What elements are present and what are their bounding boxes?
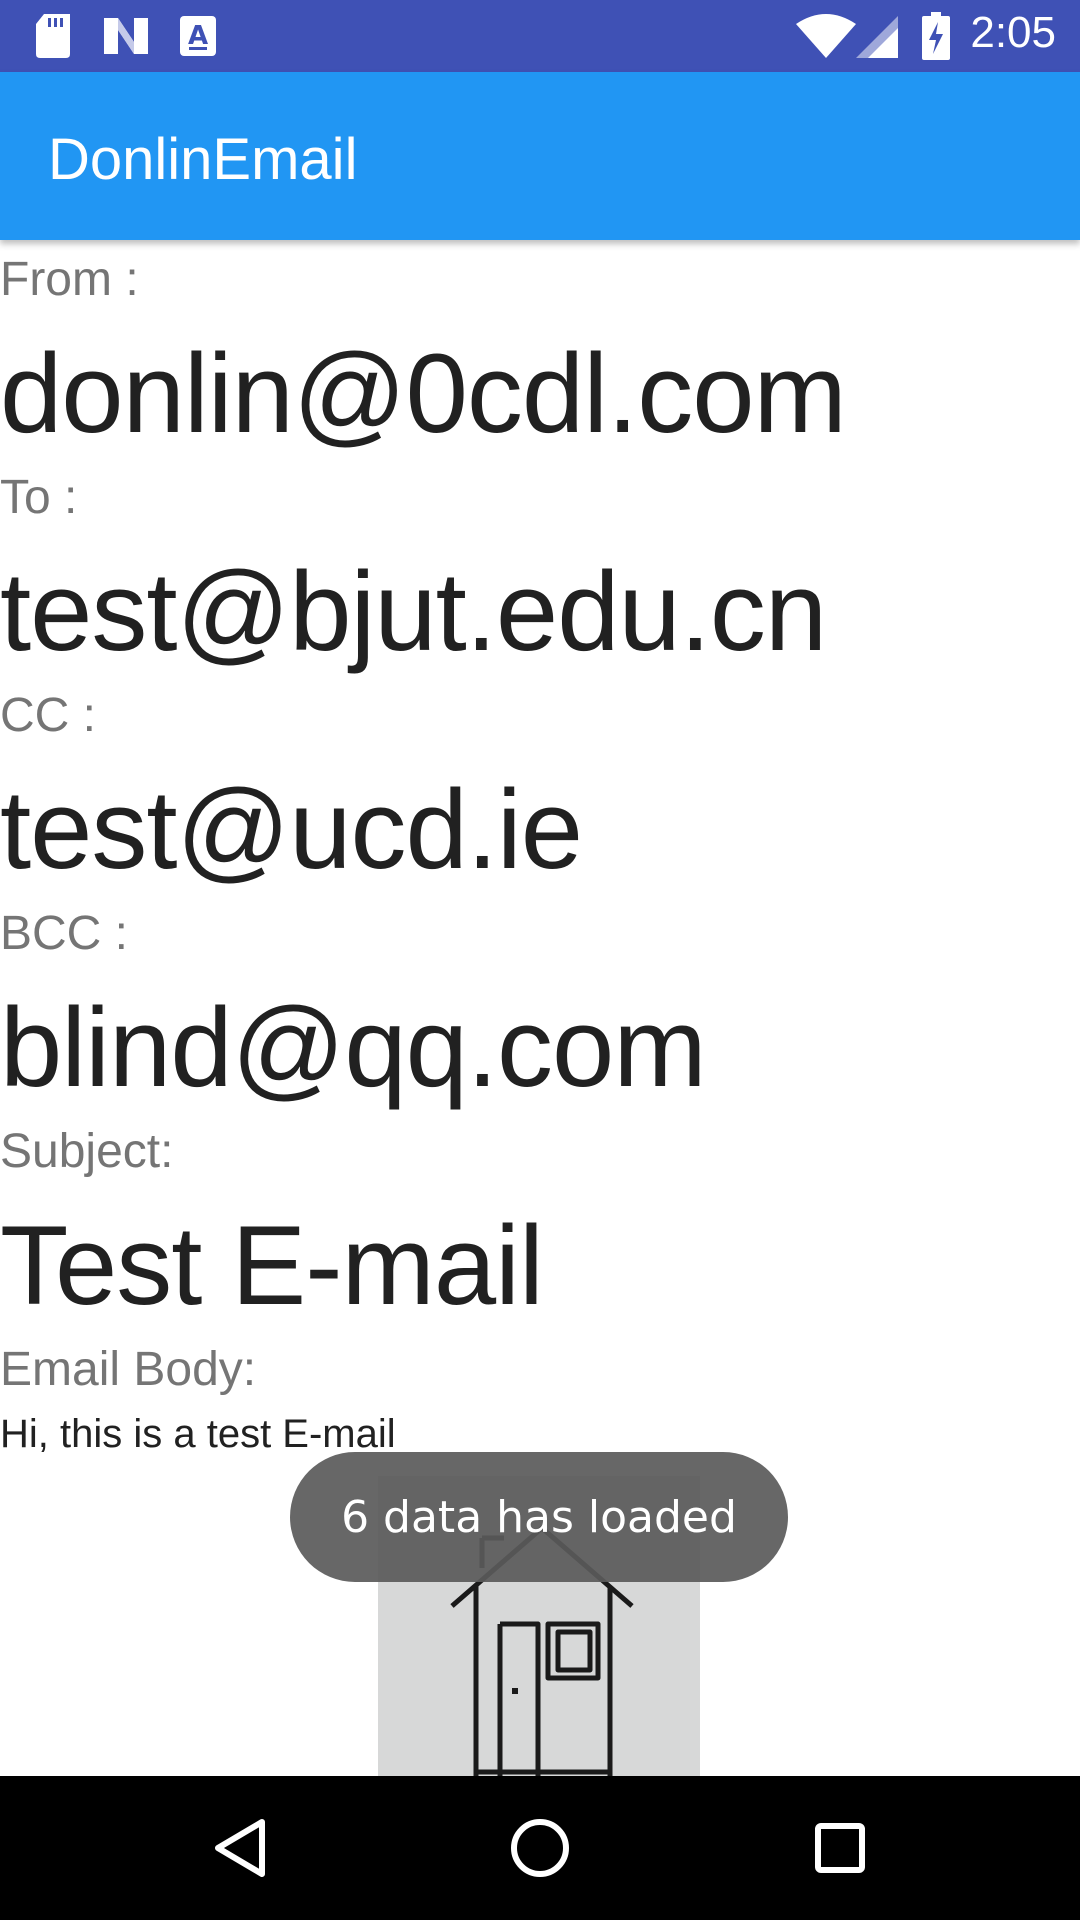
body-value: Hi, this is a test E-mail <box>0 1412 396 1456</box>
back-icon[interactable] <box>200 1808 280 1888</box>
status-time: 2:05 <box>970 8 1056 57</box>
sd-card-icon <box>36 14 72 63</box>
home-icon[interactable] <box>500 1808 580 1888</box>
status-bar: A 2:05 <box>0 0 1080 72</box>
battery-charging-icon <box>922 12 950 65</box>
recents-icon[interactable] <box>800 1808 880 1888</box>
wifi-icon <box>796 14 856 63</box>
toast-message: 6 data has loaded <box>290 1452 788 1582</box>
svg-text:A: A <box>188 21 208 51</box>
to-value: test@bjut.edu.cn <box>0 549 827 674</box>
n-notification-icon <box>104 14 148 63</box>
body-label: Email Body: <box>0 1343 257 1396</box>
from-value: donlin@0cdl.com <box>0 331 847 456</box>
toast-text: 6 data has loaded <box>341 1491 737 1543</box>
bcc-value: blind@qq.com <box>0 985 707 1110</box>
app-title: DonlinEmail <box>48 127 358 192</box>
subject-label: Subject: <box>0 1125 174 1178</box>
bcc-label: BCC : <box>0 907 129 960</box>
subject-value: Test E-mail <box>0 1203 544 1328</box>
a-notification-icon: A <box>180 14 216 63</box>
cell-signal-icon <box>856 16 898 63</box>
app-bar: DonlinEmail <box>0 72 1080 240</box>
to-label: To : <box>0 471 78 524</box>
navigation-bar <box>0 1776 1080 1920</box>
from-label: From : <box>0 253 139 306</box>
cc-value: test@ucd.ie <box>0 767 583 892</box>
cc-label: CC : <box>0 689 96 742</box>
